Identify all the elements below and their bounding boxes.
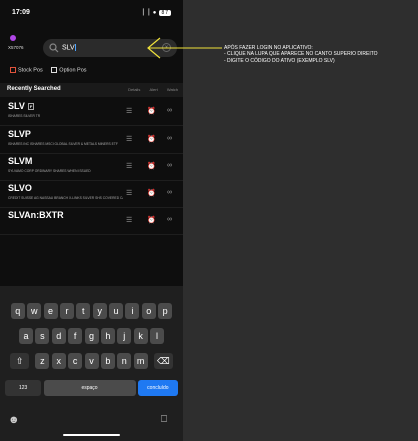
annotation-arrow <box>147 37 222 59</box>
instruction-annotation: APÓS FAZER LOGIN NO APLICATIVO: - CLIQUE… <box>224 45 378 64</box>
annotation-line-2: - CLIQUE NA LUPA QUE APARECE NO CANTO SU… <box>224 51 378 58</box>
annotation-line-3: - DIGITE O CÓDIGO DO ATIVO (EXEMPLO SLV) <box>224 57 335 64</box>
